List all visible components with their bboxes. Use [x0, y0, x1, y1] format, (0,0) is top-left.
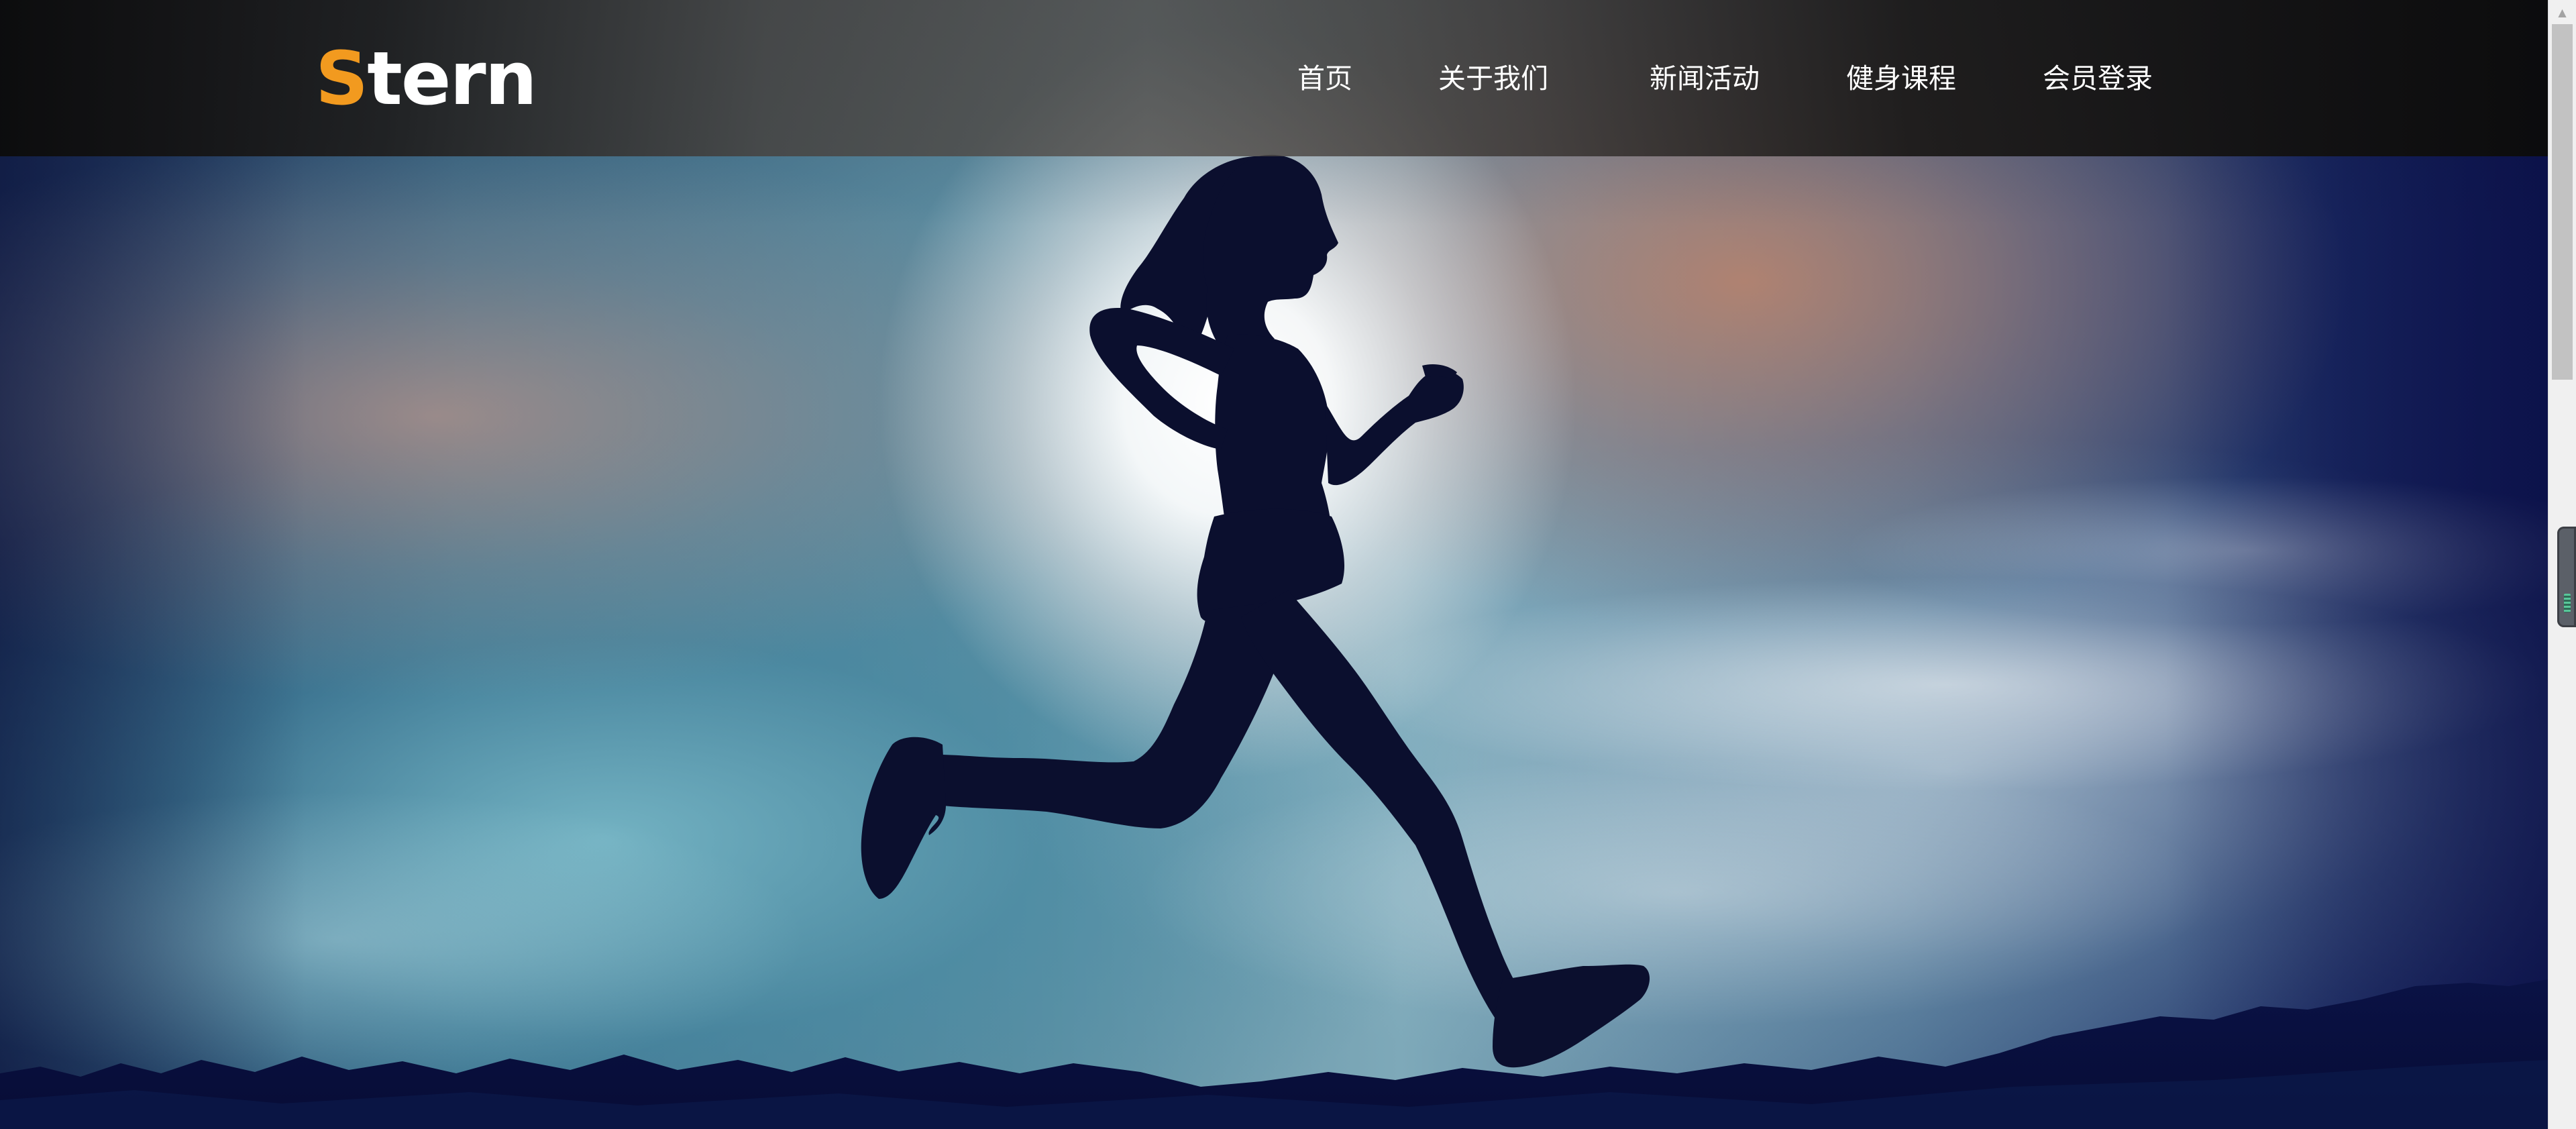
- page-viewport: Stern 首页 关于我们 新闻活动 健身课程 会员登录: [0, 0, 2548, 1129]
- scrollbar-thumb[interactable]: [2552, 24, 2573, 380]
- side-panel-tab[interactable]: [2557, 527, 2576, 627]
- side-panel-tab-icon: [2564, 594, 2571, 612]
- nav-item-about[interactable]: 关于我们: [1438, 55, 1548, 102]
- site-header: Stern 首页 关于我们 新闻活动 健身课程 会员登录: [0, 0, 2548, 156]
- nav-item-news[interactable]: 新闻活动: [1650, 55, 1760, 102]
- main-nav: 首页 关于我们 新闻活动 健身课程 会员登录: [0, 55, 2548, 102]
- nav-item-home[interactable]: 首页: [1297, 55, 1352, 102]
- scroll-up-arrow-icon[interactable]: ▲: [2548, 0, 2576, 24]
- nav-item-member-login[interactable]: 会员登录: [2043, 55, 2153, 102]
- nav-item-courses[interactable]: 健身课程: [1846, 55, 1956, 102]
- runner-silhouette: [0, 154, 2548, 1129]
